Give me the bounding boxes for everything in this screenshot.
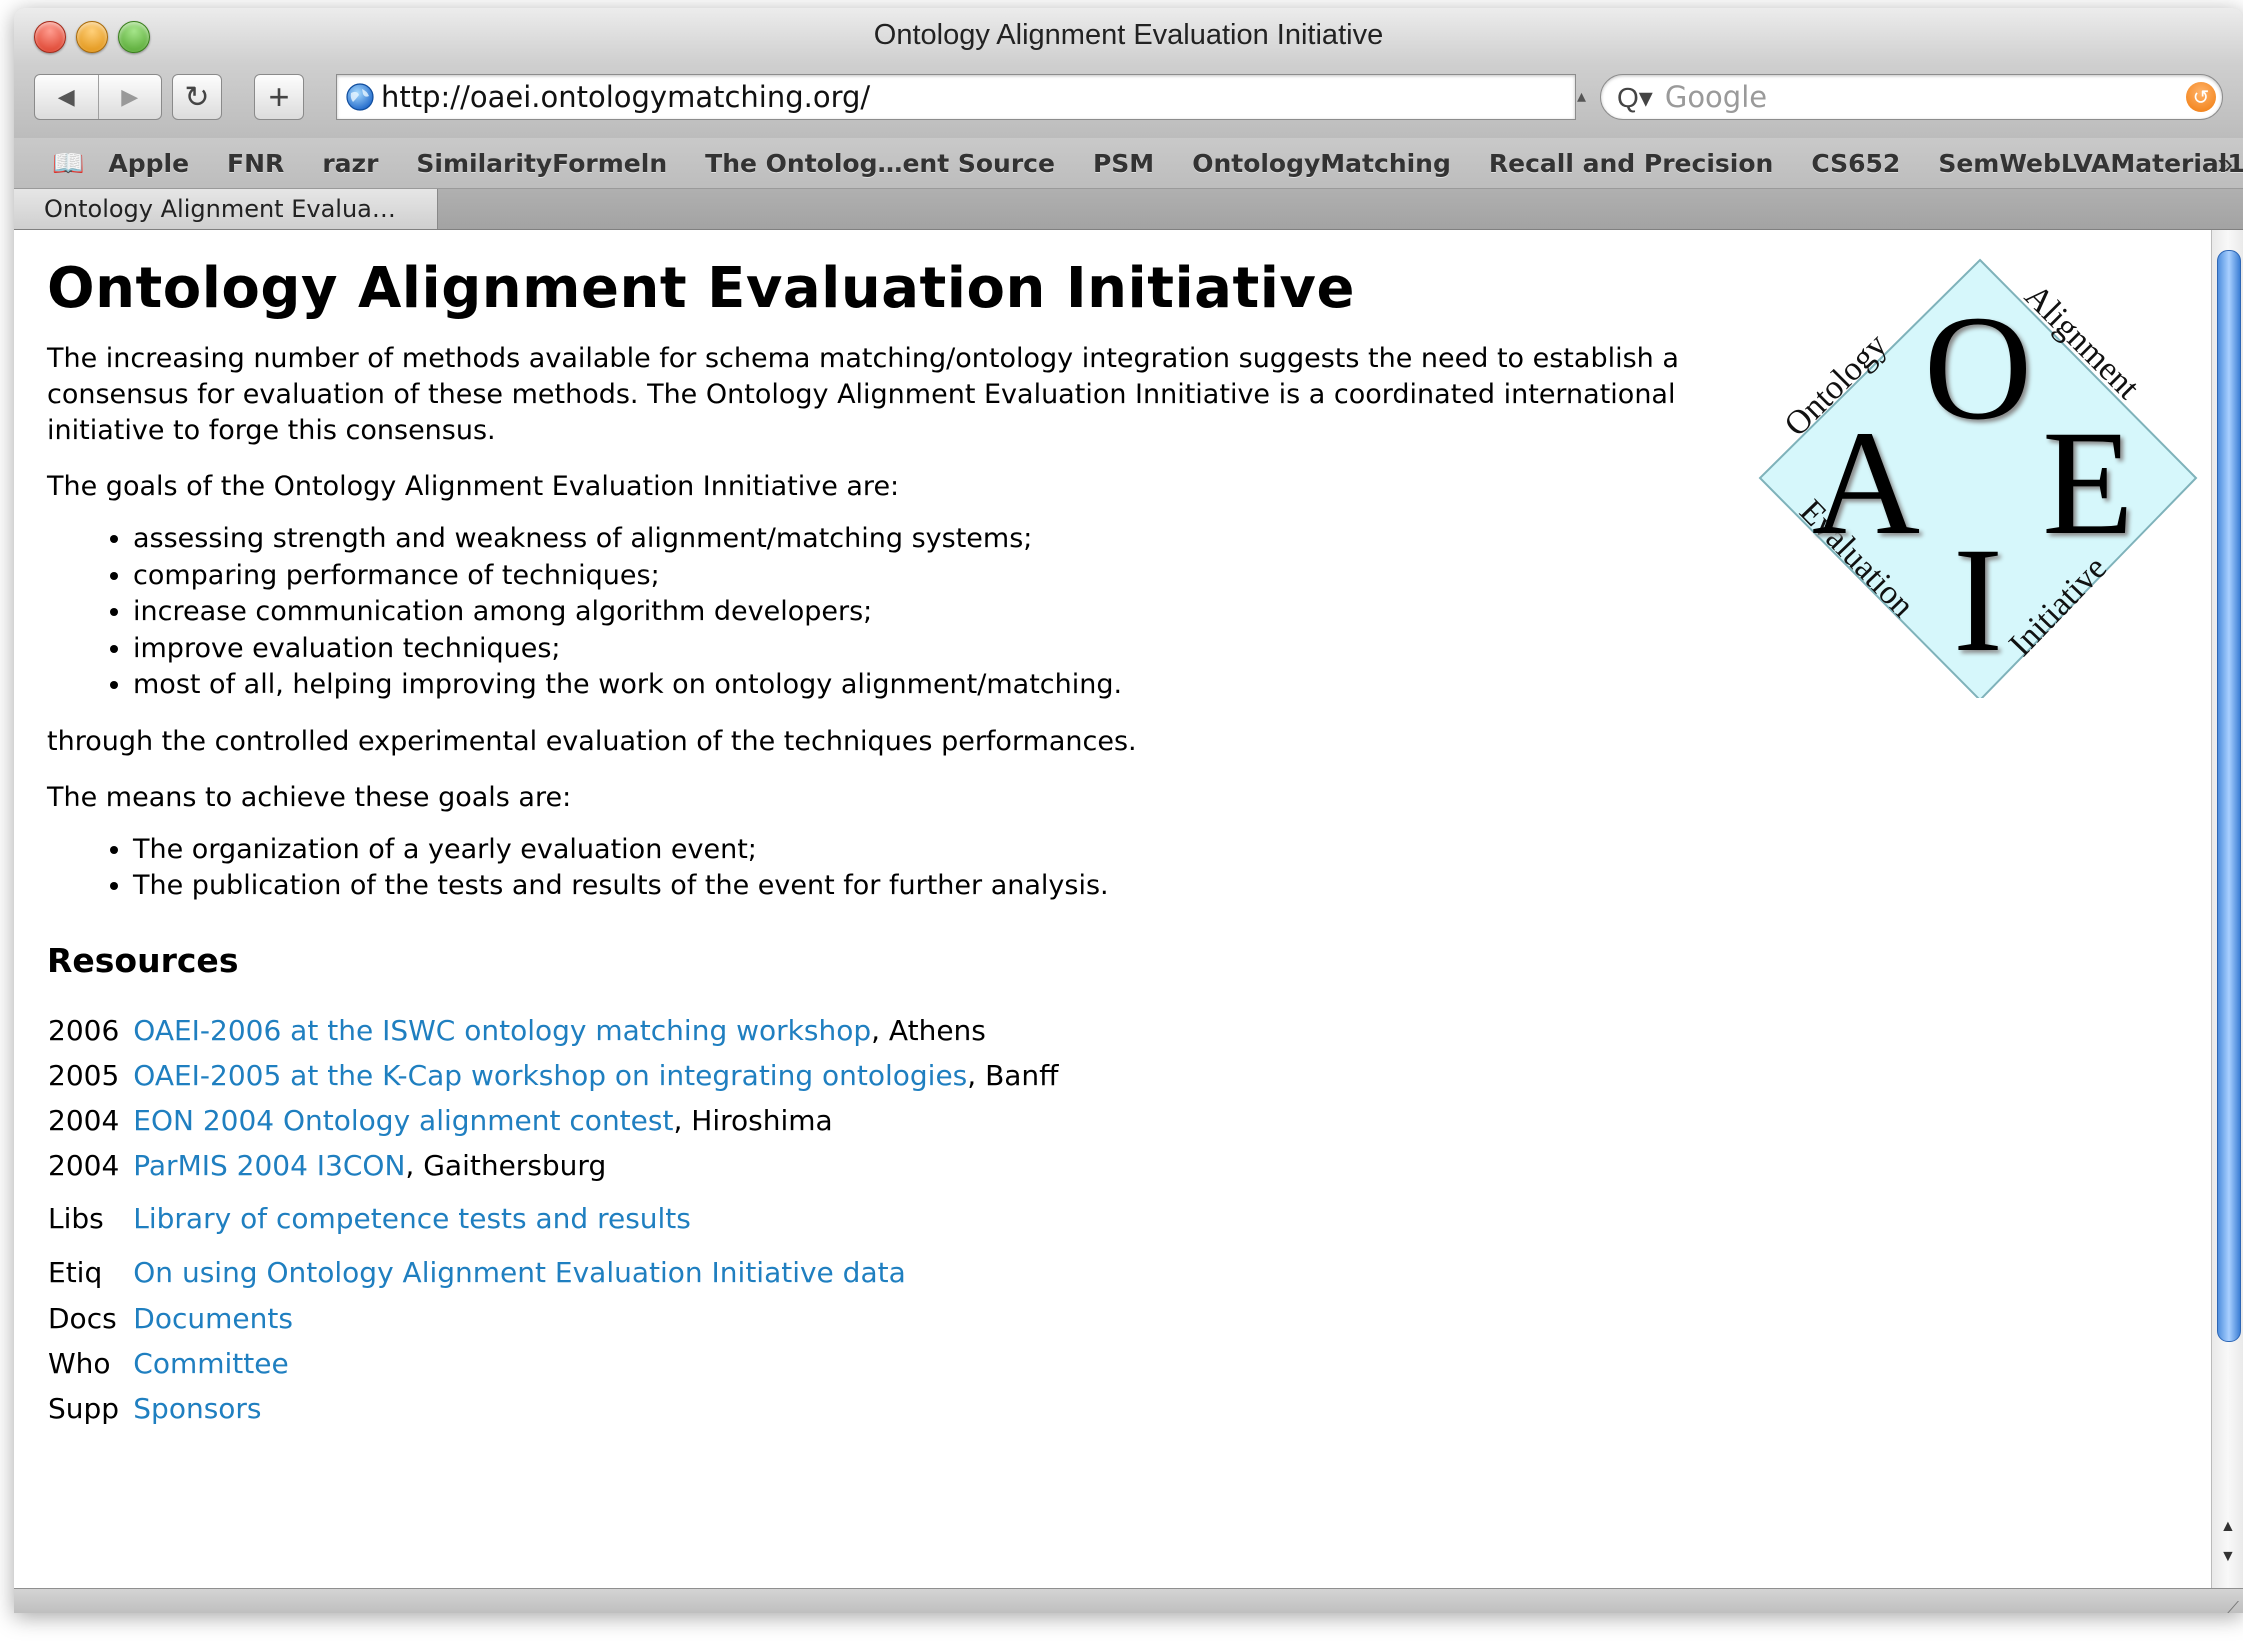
- bookmark-semweblvamaterial1[interactable]: SemWebLVAMaterial1: [1938, 149, 2243, 178]
- logo-letter-e: E: [2042, 400, 2134, 566]
- resource-link[interactable]: On using Ontology Alignment Evaluation I…: [133, 1256, 906, 1289]
- table-row: Who Committee: [48, 1347, 1058, 1392]
- vertical-scrollbar[interactable]: ▲ ▼: [2211, 230, 2243, 1588]
- list-item: The organization of a yearly evaluation …: [133, 832, 1754, 869]
- list-item: improve evaluation techniques;: [133, 631, 1754, 668]
- search-icon[interactable]: Q▾: [1617, 81, 1653, 114]
- resource-link[interactable]: Sponsors: [133, 1392, 261, 1425]
- resize-grip-icon[interactable]: ⟋: [2226, 1598, 2239, 1613]
- status-bar: ⟋: [14, 1588, 2243, 1613]
- goals-list: assessing strength and weakness of align…: [47, 521, 1754, 704]
- bookmark-ontologymatching[interactable]: OntologyMatching: [1192, 149, 1451, 178]
- logo-letter-o: O: [1924, 285, 2032, 451]
- table-row: Supp Sponsors: [48, 1392, 1058, 1437]
- back-forward-group: ◀ ▶: [34, 74, 162, 120]
- scroll-thumb[interactable]: [2217, 250, 2241, 1342]
- page-content: Ontology Alignment Evaluation Initiative…: [14, 230, 2211, 1588]
- resource-link[interactable]: OAEI-2006 at the ISWC ontology matching …: [133, 1014, 871, 1047]
- logo-letter-i: I: [1953, 517, 2003, 683]
- logo-letter-a: A: [1812, 400, 1920, 566]
- reload-button[interactable]: ↻: [172, 74, 222, 120]
- resource-link[interactable]: Documents: [133, 1302, 293, 1335]
- title-bar: Ontology Alignment Evaluation Initiative: [14, 8, 2243, 65]
- toolbar: ◀ ▶ ↻ + http://oaei.ontologymatching.org…: [14, 64, 2243, 138]
- address-bar[interactable]: http://oaei.ontologymatching.org/: [336, 74, 1576, 120]
- scroll-up-icon[interactable]: ▲: [2220, 1518, 2236, 1536]
- forward-button[interactable]: ▶: [99, 75, 162, 119]
- table-row: Etiq On using Ontology Alignment Evaluat…: [48, 1248, 1058, 1302]
- resources-table: 2006 OAEI-2006 at the ISWC ontology matc…: [48, 1014, 1058, 1437]
- resource-label: 2004: [48, 1103, 120, 1137]
- forward-arrow-icon: ▶: [121, 84, 139, 109]
- list-item: assessing strength and weakness of align…: [133, 521, 1754, 558]
- resource-label: 2006: [48, 1013, 120, 1047]
- resource-label: Supp: [48, 1391, 120, 1425]
- table-row: 2005 OAEI-2005 at the K-Cap workshop on …: [48, 1059, 1058, 1104]
- resource-suffix: , Athens: [871, 1013, 986, 1047]
- add-bookmark-button[interactable]: +: [254, 74, 304, 120]
- list-item: most of all, helping improving the work …: [133, 667, 1754, 704]
- tab-bar: Ontology Alignment Evalua…: [14, 189, 2243, 230]
- resource-label: Libs: [48, 1201, 104, 1235]
- resource-link[interactable]: ParMIS 2004 I3CON: [133, 1149, 405, 1182]
- resource-label: 2004: [48, 1148, 120, 1182]
- bookmark-cs652[interactable]: CS652: [1811, 149, 1900, 178]
- table-row: 2004 EON 2004 Ontology alignment contest…: [48, 1104, 1058, 1149]
- bookmarks-bar: 📖 Apple FNR razr SimilarityFormeln The O…: [14, 138, 2243, 189]
- snapback-icon[interactable]: ↺: [2186, 82, 2216, 112]
- page-title: Ontology Alignment Evaluation Initiative: [47, 256, 1355, 321]
- table-row: Libs Library of competence tests and res…: [48, 1194, 1058, 1248]
- resource-link[interactable]: Committee: [133, 1347, 288, 1380]
- through-paragraph: through the controlled experimental eval…: [47, 725, 1137, 757]
- resource-suffix: , Gaithersburg: [405, 1148, 607, 1182]
- bookmark-ontology-source[interactable]: The Ontolog…ent Source: [705, 149, 1055, 178]
- resource-label: Docs: [48, 1301, 117, 1335]
- table-row: 2006 OAEI-2006 at the ISWC ontology matc…: [48, 1014, 1058, 1059]
- browser-window: Ontology Alignment Evaluation Initiative…: [14, 8, 2243, 1613]
- bookmarks-overflow-icon[interactable]: »: [2217, 148, 2233, 180]
- resource-link[interactable]: OAEI-2005 at the K-Cap workshop on integ…: [133, 1059, 967, 1092]
- resource-label: Who: [48, 1346, 111, 1380]
- resources-heading: Resources: [47, 940, 239, 980]
- search-caret-icon: ▴: [1577, 86, 1587, 106]
- back-button[interactable]: ◀: [35, 75, 99, 119]
- list-item: The publication of the tests and results…: [133, 868, 1754, 905]
- table-row: Docs Documents: [48, 1302, 1058, 1347]
- back-arrow-icon: ◀: [57, 84, 75, 109]
- resource-label: 2005: [48, 1058, 120, 1092]
- list-item: increase communication among algorithm d…: [133, 594, 1754, 631]
- bookmark-razr[interactable]: razr: [322, 149, 378, 178]
- bookmark-apple[interactable]: Apple: [108, 149, 189, 178]
- url-text: http://oaei.ontologymatching.org/: [381, 80, 871, 114]
- oaei-logo: Ontology Alignment Evaluation Initiative…: [1758, 258, 2198, 698]
- means-list: The organization of a yearly evaluation …: [47, 832, 1754, 905]
- search-placeholder: Google: [1664, 80, 1768, 114]
- bookmark-psm[interactable]: PSM: [1093, 149, 1154, 178]
- page-body: Ontology Alignment Evaluation Initiative…: [34, 230, 1754, 1437]
- search-field[interactable]: Q▾ Google ↺: [1600, 74, 2223, 120]
- reload-icon: ↻: [184, 80, 210, 114]
- resource-link[interactable]: Library of competence tests and results: [133, 1202, 691, 1235]
- goals-lead: The goals of the Ontology Alignment Eval…: [47, 471, 900, 502]
- bookmark-recall-precision[interactable]: Recall and Precision: [1489, 149, 1773, 178]
- resource-label: Etiq: [48, 1255, 103, 1289]
- tab-oaei[interactable]: Ontology Alignment Evalua…: [14, 189, 438, 229]
- bookmark-similarityformeln[interactable]: SimilarityFormeln: [416, 149, 667, 178]
- globe-icon: [346, 83, 374, 111]
- means-lead: The means to achieve these goals are:: [47, 781, 572, 813]
- window-title: Ontology Alignment Evaluation Initiative: [873, 19, 1384, 51]
- resource-suffix: , Banff: [967, 1058, 1059, 1092]
- bookmark-fnr[interactable]: FNR: [227, 149, 284, 178]
- bookmarks-book-icon[interactable]: 📖: [52, 148, 84, 179]
- list-item: comparing performance of techniques;: [133, 558, 1754, 595]
- table-row: 2004 ParMIS 2004 I3CON, Gaithersburg: [48, 1149, 1058, 1194]
- resource-suffix: , Hiroshima: [673, 1103, 833, 1137]
- resource-link[interactable]: EON 2004 Ontology alignment contest: [133, 1104, 673, 1137]
- scroll-down-icon[interactable]: ▼: [2220, 1548, 2236, 1566]
- plus-icon: +: [268, 76, 290, 117]
- intro-paragraph: The increasing number of methods availab…: [47, 343, 1679, 446]
